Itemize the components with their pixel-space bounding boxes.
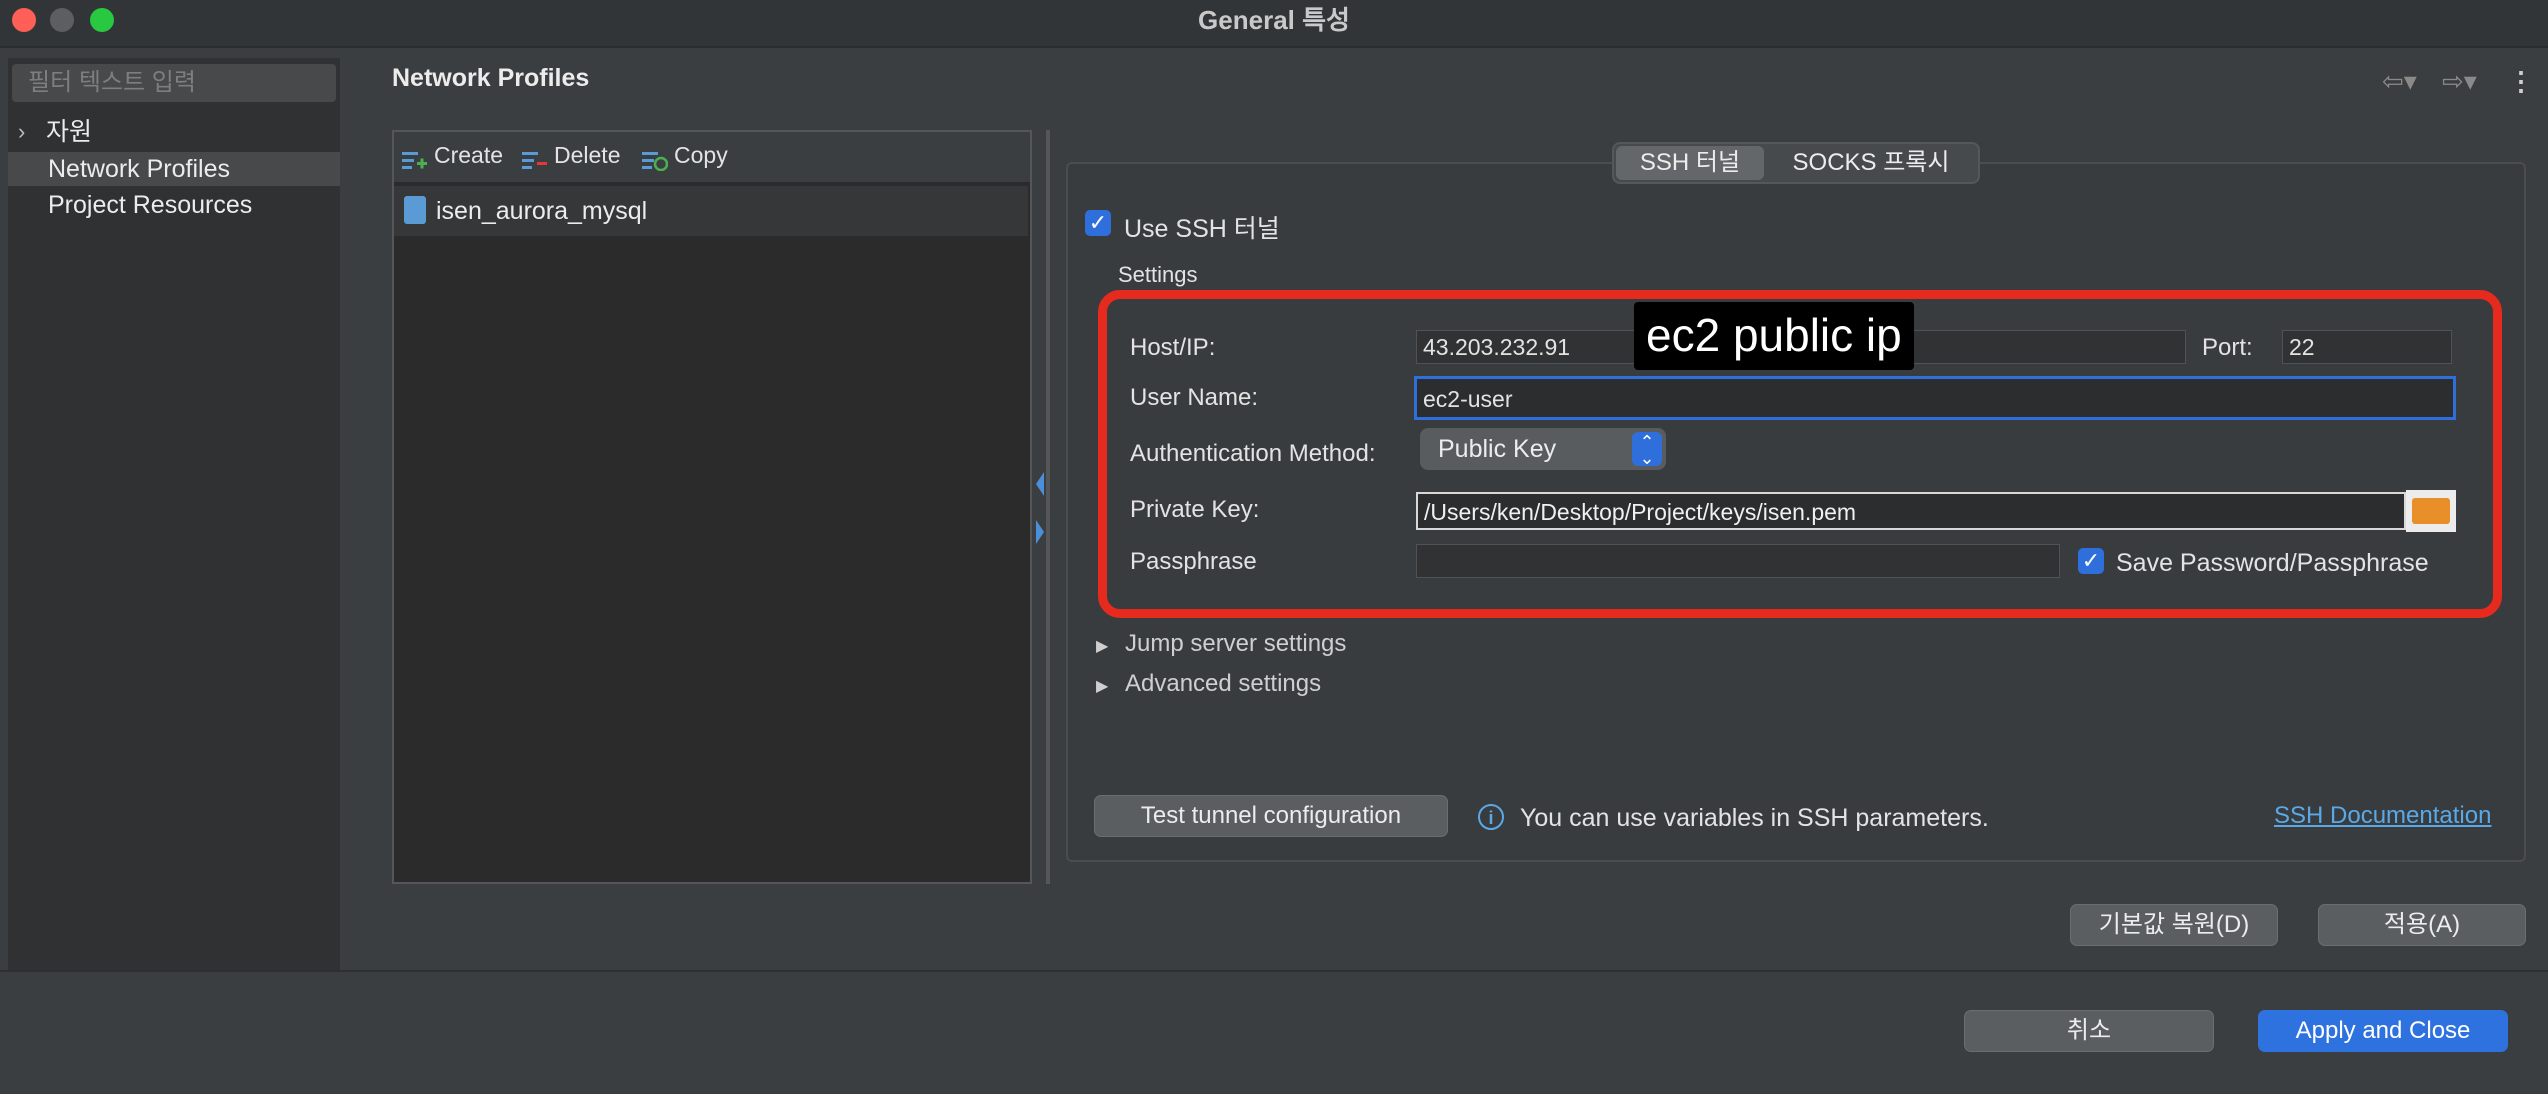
- divider: [0, 970, 2548, 972]
- info-text: You can use variables in SSH parameters.: [1520, 804, 1989, 832]
- restore-defaults-button[interactable]: 기본값 복원(D): [2070, 904, 2278, 946]
- copy-label: Copy: [674, 142, 728, 168]
- delete-icon: [522, 146, 548, 169]
- create-label: Create: [434, 142, 504, 168]
- profiles-list: [392, 130, 1032, 884]
- tree-item-resources[interactable]: › 자원: [8, 115, 340, 149]
- list-item[interactable]: isen_aurora_mysql: [394, 186, 1028, 236]
- tab-socks[interactable]: SOCKS 프록시: [1768, 146, 1974, 180]
- annotation-caption: ec2 public ip: [1634, 302, 1914, 370]
- tree-item-network-profiles[interactable]: Network Profiles: [8, 152, 340, 186]
- tree-item-project-resources[interactable]: Project Resources: [8, 188, 340, 222]
- splitter[interactable]: [1046, 130, 1050, 884]
- advanced-section[interactable]: ▶ Advanced settings: [1096, 670, 1321, 698]
- back-icon[interactable]: ⇦▾: [2382, 66, 2417, 97]
- test-tunnel-button[interactable]: Test tunnel configuration: [1094, 795, 1448, 837]
- more-menu-icon[interactable]: ⋮: [2508, 66, 2534, 97]
- tree-item-label: Network Profiles: [48, 155, 230, 183]
- page-title: Network Profiles: [392, 64, 590, 92]
- use-ssh-label: Use SSH 터널: [1124, 215, 1280, 243]
- delete-button[interactable]: Delete: [522, 138, 620, 172]
- chevron-right-icon[interactable]: ›: [18, 115, 25, 149]
- info-icon: i: [1478, 804, 1504, 830]
- tree-item-label: 자원: [46, 118, 93, 146]
- create-button[interactable]: Create: [402, 138, 503, 172]
- apply-button[interactable]: 적용(A): [2318, 904, 2526, 946]
- apply-and-close-button[interactable]: Apply and Close: [2258, 1010, 2508, 1052]
- ssh-documentation-link[interactable]: SSH Documentation: [2274, 802, 2491, 830]
- cancel-button[interactable]: 취소: [1964, 1010, 2214, 1052]
- forward-icon[interactable]: ⇨▾: [2442, 66, 2477, 97]
- tab-ssh[interactable]: SSH 터널: [1616, 146, 1764, 180]
- settings-heading: Settings: [1118, 262, 1198, 287]
- tree-item-label: Project Resources: [48, 191, 253, 219]
- copy-button[interactable]: Copy: [642, 138, 728, 172]
- delete-label: Delete: [554, 142, 621, 168]
- document-icon: [404, 196, 426, 224]
- filter-input[interactable]: 필터 텍스트 입력: [12, 64, 336, 102]
- jump-server-section[interactable]: ▶ Jump server settings: [1096, 630, 1346, 658]
- collapse-arrows-icon[interactable]: [1034, 472, 1046, 544]
- jump-server-label: Jump server settings: [1124, 630, 1347, 657]
- triangle-right-icon: ▶: [1096, 678, 1109, 695]
- use-ssh-checkbox[interactable]: ✓: [1085, 210, 1111, 236]
- create-icon: [402, 146, 428, 169]
- window-title: General 특성: [1198, 5, 1350, 35]
- copy-icon: [642, 146, 669, 172]
- triangle-right-icon: ▶: [1096, 638, 1109, 655]
- advanced-label: Advanced settings: [1124, 670, 1322, 697]
